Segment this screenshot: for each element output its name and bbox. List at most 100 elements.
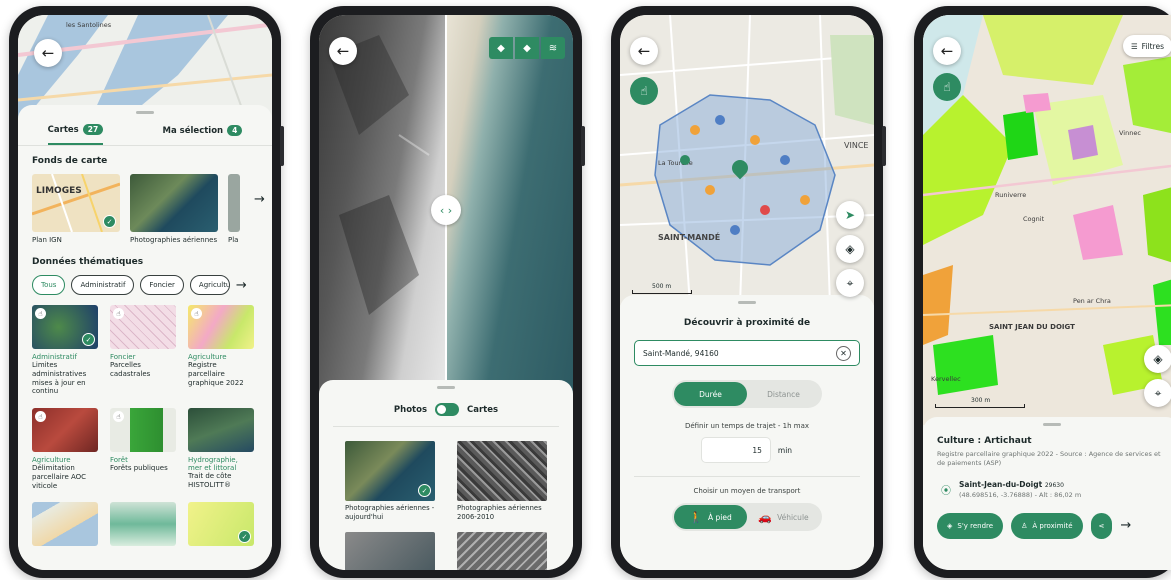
chip-agriculture[interactable]: Agriculture [189, 275, 230, 296]
action-label: S'y rendre [957, 521, 994, 530]
nearby-button[interactable]: ♙ À proximité [1011, 512, 1083, 539]
location-row: ⦿ Saint-Jean-du-Doigt 29630 (48.698516, … [941, 480, 1171, 499]
layer-card[interactable]: ☝ Forêt Forêts publiques [110, 408, 176, 490]
segment-walk[interactable]: 🚶 À pied [674, 505, 747, 529]
poi-icon[interactable] [800, 195, 810, 205]
map-label: SAINT JEAN DU DOIGT [989, 323, 1075, 331]
tab-selection[interactable]: Ma sélection 4 [163, 124, 243, 145]
poi-icon[interactable] [715, 115, 725, 125]
layer-thumbnail [32, 502, 98, 547]
poi-icon[interactable] [680, 155, 690, 165]
layer-card[interactable] [32, 502, 98, 547]
locate-icon: ⌖ [1154, 385, 1162, 400]
basemap-card[interactable]: LIMOGES ✓ Plan IGN [32, 174, 120, 245]
layer-card[interactable] [110, 502, 176, 547]
sheet-handle[interactable] [437, 386, 455, 389]
photo-card[interactable] [345, 531, 435, 570]
layers-icon: ◈ [845, 242, 855, 256]
chip-foncier[interactable]: Foncier [140, 275, 184, 296]
toggle-label-maps: Cartes [467, 404, 499, 415]
touch-mode-button[interactable]: ☝ [933, 73, 961, 101]
segment-vehicle[interactable]: 🚗 Véhicule [747, 505, 820, 529]
photo-card[interactable]: Photographies aériennes 2006-2010 [457, 441, 547, 522]
france-layers-icon[interactable]: ≋ [541, 37, 565, 59]
filters-button[interactable]: ☰ Filtres [1122, 35, 1171, 57]
screen-compare: ‹ › ← ◆ ◆ ≋ Photos Cartes ✓ Photographie… [319, 15, 573, 570]
mode-switch[interactable] [435, 403, 460, 416]
layer-category: Agriculture [32, 456, 71, 465]
chevron-right-icon[interactable]: → [254, 192, 265, 245]
france-map-icon[interactable]: ◆ [515, 37, 539, 59]
back-button[interactable]: ← [630, 37, 658, 65]
locate-button[interactable]: ⌖ [1144, 379, 1171, 407]
layer-category: Foncier [110, 353, 136, 362]
compass-button[interactable]: ➤ [836, 201, 864, 229]
layer-card[interactable]: Hydrographie, mer et littoral Trait de c… [188, 408, 254, 490]
sheet-handle[interactable] [136, 111, 154, 114]
scale-bar [935, 404, 1025, 408]
layer-card[interactable]: ☝ Foncier Parcelles cadastrales [110, 305, 176, 396]
location-search-field[interactable]: Saint-Mandé, 94160 ✕ [634, 340, 860, 366]
compare-sheet: Photos Cartes ✓ Photographies aériennes … [319, 380, 573, 570]
transport-title: Choisir un moyen de transport [693, 487, 801, 495]
photo-card[interactable] [457, 531, 547, 570]
poi-icon[interactable] [690, 125, 700, 135]
sheet-divider [634, 476, 860, 477]
phone-nearby: SAINT-MANDÉ VINCE La Tourelle ← ☝ ➤ ◈ ⌖ … [611, 6, 886, 578]
layer-card[interactable]: ☝ Agriculture Délimitation parcellaire A… [32, 408, 98, 490]
time-hint: Définir un temps de trajet - 1h max [684, 422, 810, 430]
basemap-card[interactable]: Photographies aériennes [130, 174, 218, 245]
poi-icon[interactable] [730, 225, 740, 235]
map-mode-switcher: ◆ ◆ ≋ [489, 37, 565, 59]
layers-button[interactable]: ◈ [1144, 345, 1171, 373]
chevron-right-icon[interactable]: → [1120, 518, 1131, 533]
basemap-label: Plan IGN [32, 236, 62, 244]
back-button[interactable]: ← [329, 37, 357, 65]
chip-administratif[interactable]: Administratif [71, 275, 135, 296]
layers-button[interactable]: ◈ [836, 235, 864, 263]
layer-card[interactable]: ✓ [188, 502, 254, 547]
back-button[interactable]: ← [34, 39, 62, 67]
sheet-handle[interactable] [1042, 423, 1061, 426]
basemap-card[interactable]: Pla [228, 174, 240, 245]
tabs-divider [18, 145, 272, 146]
side-button [581, 126, 585, 166]
close-icon[interactable]: ✕ [836, 345, 851, 361]
poi-icon[interactable] [750, 135, 760, 145]
tab-maps[interactable]: Cartes 27 [47, 124, 104, 145]
segment-duration[interactable]: Durée [674, 382, 747, 406]
photo-card[interactable]: ✓ Photographies aériennes - aujourd'hui [345, 441, 435, 522]
poi-icon[interactable] [705, 185, 715, 195]
france-map-icon[interactable]: ◆ [489, 37, 513, 59]
scale-bar [632, 290, 692, 294]
layer-card[interactable]: ☝ ✓ Administratif Limites administrative… [32, 305, 98, 396]
walk-icon: 🚶 [689, 510, 703, 524]
share-button[interactable]: ⋖ [1090, 512, 1113, 539]
segment-label: Véhicule [777, 512, 809, 522]
segment-distance[interactable]: Distance [747, 382, 820, 406]
sheet-handle[interactable] [738, 301, 756, 304]
photo-label: Photographies aériennes 2006-2010 [457, 504, 542, 521]
time-input[interactable]: 15 [701, 438, 770, 462]
layer-card[interactable]: ☝ Agriculture Registre parcellaire graph… [188, 305, 254, 396]
poi-icon[interactable] [760, 205, 770, 215]
split-handle[interactable]: ‹ › [431, 195, 461, 225]
back-button[interactable]: ← [933, 37, 961, 65]
directions-button[interactable]: ◈ S'y rendre [937, 512, 1004, 539]
locate-button[interactable]: ⌖ [836, 269, 864, 297]
basemap-thumbnail [228, 174, 240, 232]
layer-thumbnail: ☝ [110, 305, 176, 350]
touch-icon: ☝ [113, 411, 124, 423]
scale-label: 300 m [971, 397, 991, 404]
toggle-label-photos: Photos [393, 404, 428, 415]
pin-icon: ⦿ [941, 485, 951, 497]
layer-thumbnail: ☝ ✓ [32, 305, 98, 350]
touch-mode-button[interactable]: ☝ [630, 77, 658, 105]
chip-all[interactable]: Tous [32, 275, 66, 296]
layer-category: Hydrographie, mer et littoral [188, 456, 238, 473]
poi-icon[interactable] [780, 155, 790, 165]
chevron-right-icon[interactable]: → [236, 278, 247, 293]
locate-icon: ⌖ [846, 275, 854, 290]
layer-category: Administratif [32, 353, 77, 362]
arrow-left-icon: ← [336, 42, 350, 60]
